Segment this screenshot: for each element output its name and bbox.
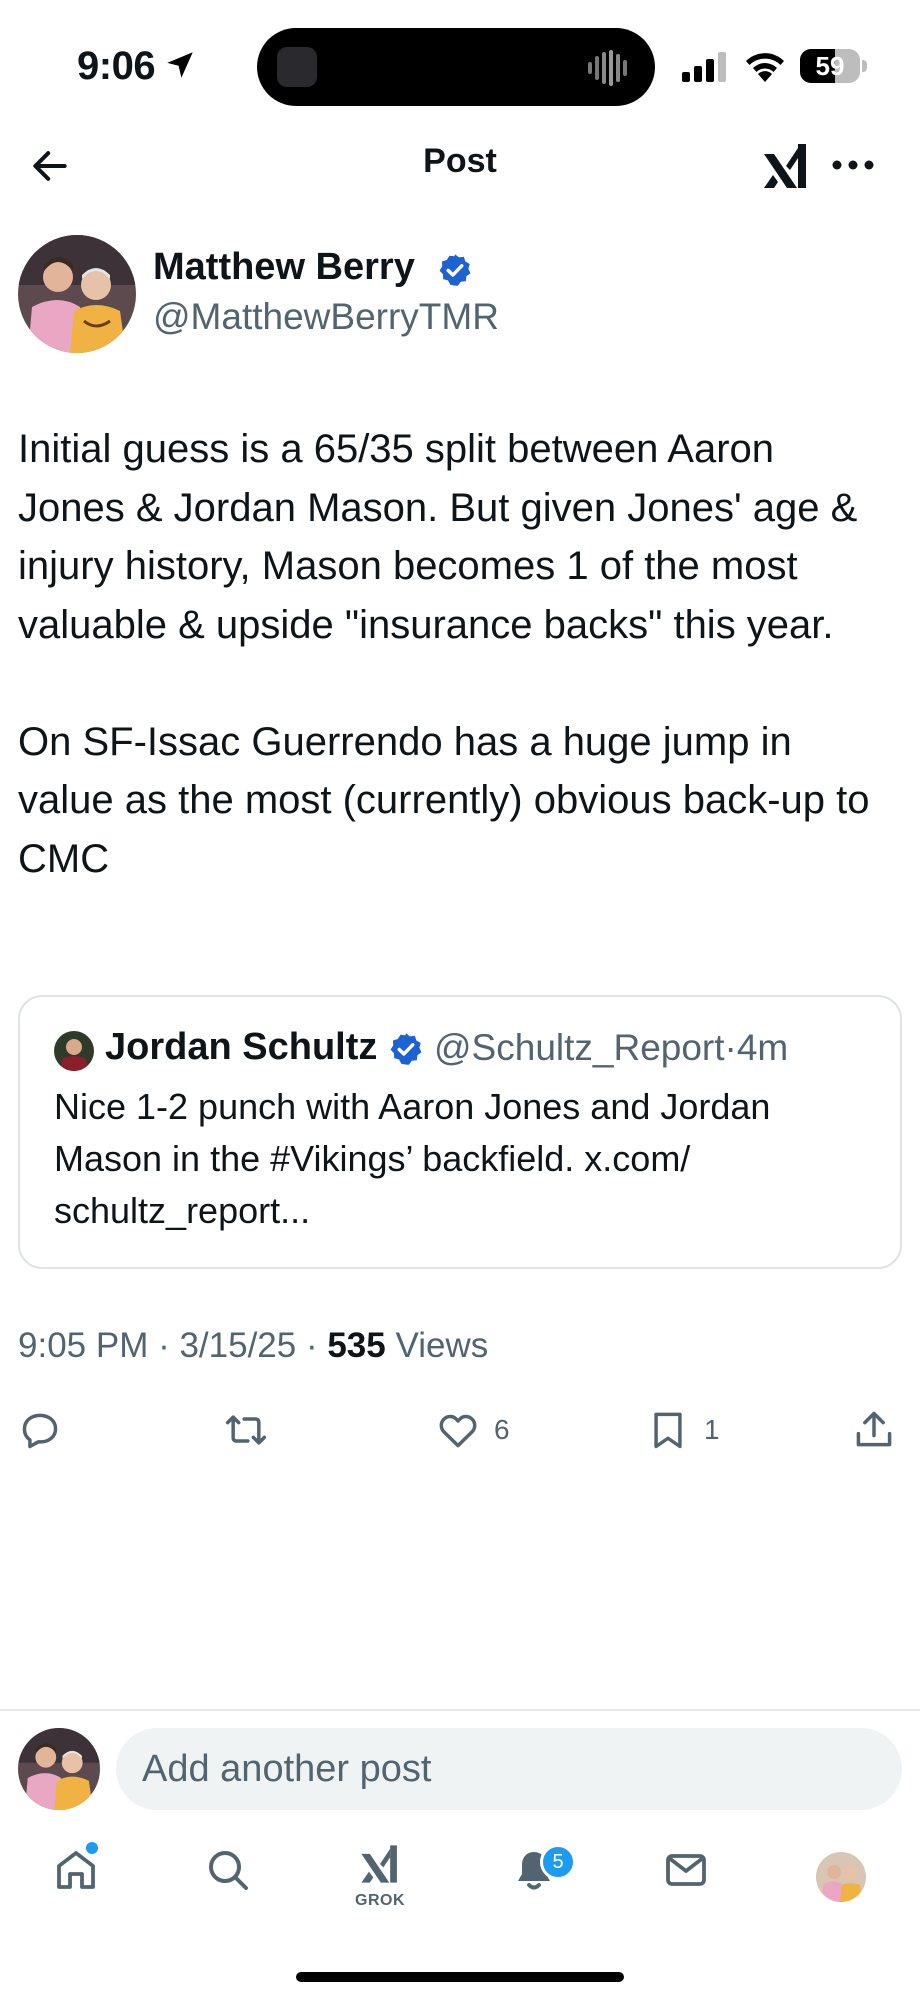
post-detail-screen: 9:06 59 Post Matthew Berry @MatthewBerry…	[0, 0, 920, 2000]
post-meta: 9:05 PM · 3/15/25 · 535 Views	[18, 1326, 488, 1366]
profile-photo	[816, 1852, 866, 1902]
tab-profile-avatar[interactable]	[816, 1852, 866, 1902]
post-action-bar: 6 1	[0, 1400, 920, 1460]
compose-divider	[0, 1709, 920, 1711]
wifi-icon	[746, 53, 784, 82]
quote-time: 4m	[736, 1027, 789, 1068]
home-unread-dot	[86, 1842, 98, 1854]
tab-search[interactable]	[198, 1840, 258, 1920]
like-count: 6	[494, 1414, 510, 1445]
repost-button[interactable]	[224, 1400, 268, 1460]
post-paragraph: On SF-Issac Guerrendo has a huge jump in…	[18, 719, 870, 881]
grok-icon[interactable]	[760, 138, 812, 194]
verified-badge-icon	[390, 1033, 422, 1065]
share-icon	[856, 1411, 892, 1447]
quote-author-meta: @Schultz_Report·4m	[434, 1027, 788, 1069]
reply-icon	[22, 1413, 58, 1449]
status-bar: 9:06 59	[0, 0, 920, 130]
home-indicator	[296, 1972, 624, 1982]
tab-messages[interactable]	[656, 1840, 716, 1920]
heart-icon	[439, 1414, 477, 1448]
mail-icon	[666, 1854, 706, 1886]
bookmark-button[interactable]: 1	[646, 1400, 720, 1460]
search-icon	[209, 1851, 248, 1890]
quote-author-handle: @Schultz_Report	[434, 1027, 725, 1068]
reply-button[interactable]	[18, 1400, 62, 1460]
views-count[interactable]: 535	[327, 1326, 385, 1365]
quote-author-avatar	[54, 1031, 94, 1071]
repost-icon	[225, 1415, 267, 1445]
audio-wave-icon	[588, 50, 627, 86]
post-body: Initial guess is a 65/35 split between A…	[18, 420, 888, 888]
bookmark-count: 1	[704, 1414, 720, 1445]
camera-icon	[277, 47, 317, 87]
location-arrow-icon	[167, 52, 193, 78]
bottom-tab-bar: GROK	[0, 1840, 920, 1940]
bookmark-icon	[654, 1412, 682, 1449]
post-timestamp: 9:05 PM · 3/15/25 ·	[18, 1326, 318, 1365]
quote-body: Nice 1-2 punch with Aaron Jones and Jord…	[54, 1086, 771, 1231]
views-label: Views	[395, 1326, 489, 1365]
add-post-input[interactable]: Add another post	[116, 1728, 902, 1810]
tab-grok[interactable]: GROK	[350, 1840, 410, 1920]
author-name[interactable]: Matthew Berry	[153, 246, 415, 289]
post-paragraph: Initial guess is a 65/35 split between A…	[18, 427, 858, 647]
author-photo	[18, 235, 136, 353]
quote-author-name: Jordan Schultz	[105, 1026, 378, 1068]
author-handle[interactable]: @MatthewBerryTMR	[153, 296, 499, 338]
battery-level: 59	[815, 51, 845, 81]
more-horizontal-icon[interactable]	[830, 152, 876, 178]
dynamic-island	[257, 28, 655, 106]
tab-home[interactable]	[46, 1840, 106, 1920]
quoted-post-card[interactable]: Jordan Schultz @Schultz_Report·4m Nice 1…	[18, 995, 902, 1269]
verified-badge-icon	[439, 254, 471, 286]
status-time: 9:06	[77, 44, 156, 88]
grok-tab-label: GROK	[355, 1892, 405, 1909]
compose-avatar-photo	[18, 1728, 100, 1810]
author-avatar[interactable]	[18, 235, 136, 353]
quote-separator: ·	[724, 1027, 737, 1068]
cellular-signal-icon	[682, 52, 726, 82]
battery-indicator: 59	[800, 49, 867, 85]
like-button[interactable]: 6	[436, 1400, 510, 1460]
top-nav: Post	[0, 130, 920, 200]
grok-icon	[361, 1845, 397, 1883]
compose-avatar	[18, 1728, 100, 1810]
share-button[interactable]	[852, 1400, 896, 1460]
quote-author-photo	[54, 1031, 94, 1071]
notification-badge: 5	[540, 1844, 576, 1880]
